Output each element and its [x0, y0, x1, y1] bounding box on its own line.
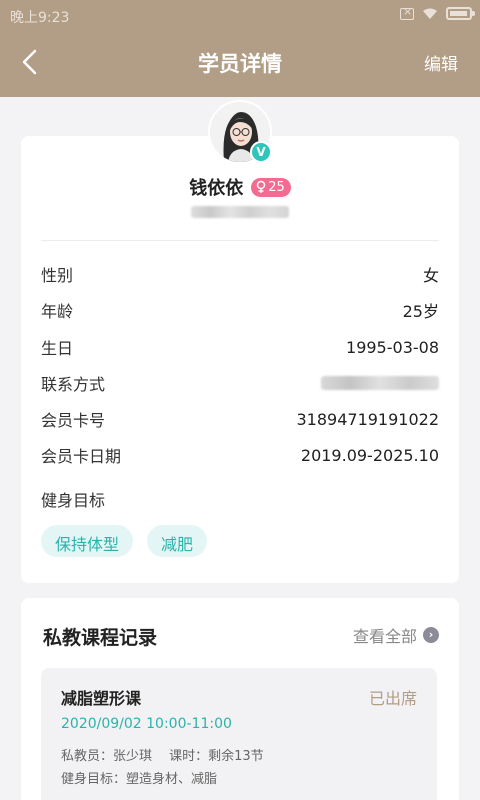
- age-badge-value: 25: [268, 179, 285, 195]
- info-value: 25岁: [402, 302, 439, 321]
- coach-and-sessions: 私教员：张少琪 课时：剩余13节: [61, 749, 264, 764]
- info-value: 1995-03-08: [346, 337, 439, 357]
- status-icons: [400, 5, 475, 20]
- info-row-card-number: 会员卡号 31894719191022: [41, 407, 439, 431]
- info-row-contact: 联系方式: [41, 371, 439, 395]
- attendance-status: 已出席: [368, 689, 417, 708]
- chevron-right-circle-icon: ›: [423, 627, 439, 643]
- student-name: 钱依依: [189, 178, 244, 199]
- info-row-age: 年龄 25岁: [41, 298, 439, 322]
- info-label: 会员卡号: [41, 411, 106, 430]
- view-all-link[interactable]: 查看全部 ›: [353, 623, 439, 647]
- course-goal: 健身目标：塑造身材、减脂: [61, 772, 218, 787]
- info-label: 生日: [41, 339, 74, 358]
- info-label: 性别: [41, 266, 74, 285]
- page-title: 学员详情: [198, 52, 282, 76]
- no-sim-icon: [400, 5, 414, 20]
- info-row-card-date: 会员卡日期 2019.09-2025.10: [41, 443, 439, 467]
- status-time: 晚上9:23: [10, 10, 70, 26]
- profile-card: 钱依依 25 性别 女 年龄 25岁 生日 1995-03-08 联系方式 会员…: [21, 136, 459, 583]
- info-value: 2019.09-2025.10: [300, 445, 439, 465]
- name-row: 钱依依 25: [21, 174, 459, 200]
- divider: [41, 240, 439, 241]
- status-bar: 晚上9:23: [0, 0, 480, 32]
- info-label: 会员卡日期: [41, 447, 122, 466]
- course-records-title: 私教课程记录: [43, 627, 158, 649]
- female-icon: [256, 180, 266, 193]
- course-time: 2020/09/02 10:00-11:00: [61, 716, 232, 732]
- edit-button[interactable]: 编辑: [424, 50, 458, 75]
- fitness-goal-tags: 保持体型 减肥: [41, 525, 208, 557]
- info-value: 31894719191022: [296, 409, 439, 429]
- info-value: 女: [422, 266, 439, 285]
- info-label: 年龄: [41, 302, 74, 321]
- header-bar: 晚上9:23 学员详情 编辑: [0, 0, 480, 97]
- info-label: 联系方式: [41, 375, 106, 394]
- fitness-goal-label: 健身目标: [41, 491, 106, 510]
- goal-tag: 减肥: [147, 525, 208, 557]
- battery-icon: [446, 7, 475, 20]
- info-row-gender: 性别 女: [41, 262, 439, 286]
- gender-age-badge: 25: [251, 177, 291, 197]
- course-records-card: 私教课程记录 查看全部 › 减脂塑形课 已出席 2020/09/02 10:00…: [21, 598, 459, 800]
- wifi-icon: [422, 8, 438, 20]
- view-all-label: 查看全部: [352, 627, 417, 646]
- course-record[interactable]: 减脂塑形课 已出席 2020/09/02 10:00-11:00 私教员：张少琪…: [41, 668, 437, 800]
- course-name: 减脂塑形课: [61, 689, 142, 708]
- contact-value-blurred: [321, 376, 439, 390]
- phone-number-blurred: [191, 206, 289, 218]
- goal-tag: 保持体型: [41, 525, 134, 557]
- verified-badge: V: [250, 141, 272, 163]
- info-row-birthday: 生日 1995-03-08: [41, 335, 439, 359]
